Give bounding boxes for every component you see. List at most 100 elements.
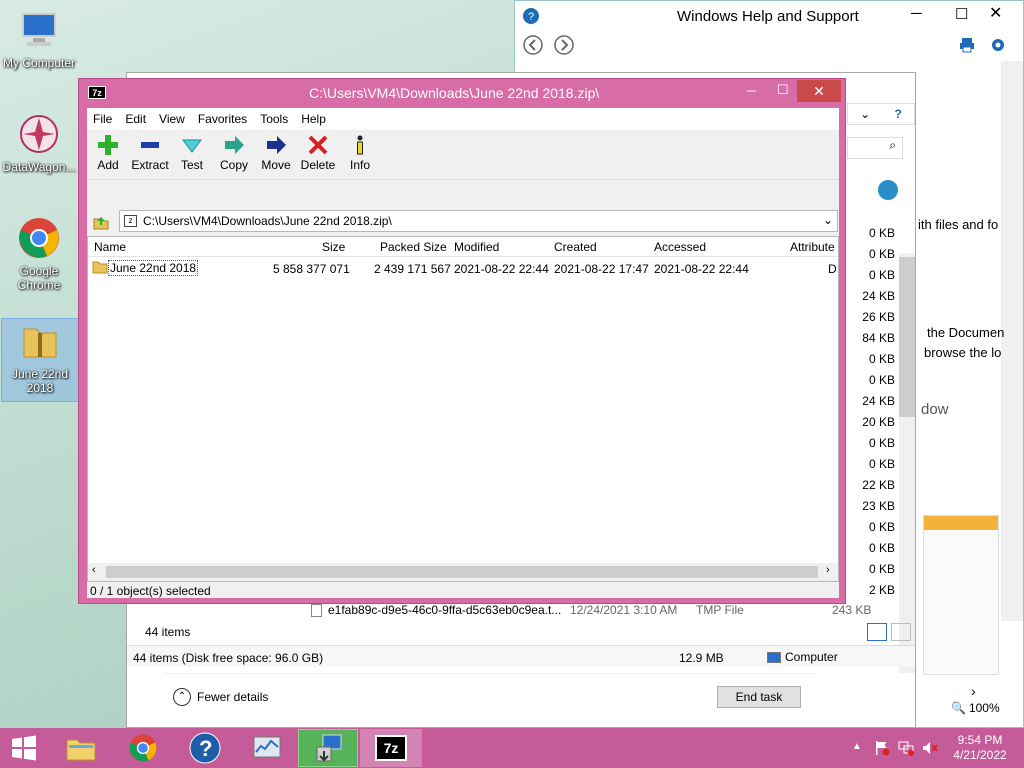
taskbar-help[interactable]: ?: [174, 729, 236, 767]
test-button[interactable]: Test: [171, 130, 213, 179]
list-header: Name Size Packed Size Modified Created A…: [88, 237, 838, 257]
size-cell: 2 KB: [868, 583, 895, 597]
taskbar-7zip[interactable]: 7z: [360, 729, 422, 767]
size-cell: 0 KB: [868, 562, 895, 576]
taskbar-installer[interactable]: [298, 729, 358, 767]
move-button[interactable]: Move: [255, 130, 297, 179]
help-scrollbar[interactable]: [1001, 61, 1023, 621]
chevron-up-icon: ⌃: [173, 688, 191, 706]
end-task-button[interactable]: End task: [717, 686, 801, 708]
taskbar-explorer[interactable]: [50, 729, 112, 767]
file-row[interactable]: e1fab89c-d9e5-46c0-9ffa-d5c63eb0c9ea.t..…: [311, 603, 891, 617]
copy-button[interactable]: Copy: [213, 130, 255, 179]
col-attributes[interactable]: Attribute: [790, 240, 835, 254]
delete-label: Delete: [300, 158, 336, 172]
col-created[interactable]: Created: [554, 240, 597, 254]
move-label: Move: [261, 158, 291, 172]
size-column: 0 KB 0 KB 0 KB 24 KB 26 KB 84 KB 0 KB 0 KB 24 KB…: [847, 223, 895, 601]
tray-expand-icon[interactable]: ▲: [852, 741, 862, 752]
minimize-button[interactable]: ─: [911, 5, 922, 22]
move-arrow-icon: [255, 134, 297, 156]
svg-text:?: ?: [199, 736, 212, 761]
size-cell: 0 KB: [868, 247, 895, 261]
up-folder-icon[interactable]: [93, 214, 109, 233]
address-bar[interactable]: z C:\Users\VM4\Downloads\June 22nd 2018.…: [119, 210, 838, 232]
table-row[interactable]: June 22nd 2018 5 858 377 071 2 439 171 5…: [88, 259, 838, 279]
chevron-left-icon[interactable]: ‹: [92, 564, 96, 576]
search-icon[interactable]: ⌕: [847, 137, 903, 159]
clock-time: 9:54 PM: [957, 733, 1003, 747]
globe-icon: [877, 179, 899, 204]
col-modified[interactable]: Modified: [454, 240, 499, 254]
action-center-flag-icon[interactable]: [874, 740, 890, 759]
menu-favorites[interactable]: Favorites: [198, 112, 247, 126]
help-text: the Documen: [927, 325, 1005, 340]
file-list[interactable]: Name Size Packed Size Modified Created A…: [87, 236, 839, 582]
zip-folder-icon: [18, 319, 62, 363]
nav-help[interactable]: ⌄ ?: [847, 103, 915, 125]
col-accessed[interactable]: Accessed: [654, 240, 706, 254]
size-cell: 0 KB: [868, 541, 895, 555]
archive-icon: z: [124, 215, 137, 227]
menu-tools[interactable]: Tools: [260, 112, 288, 126]
col-name[interactable]: Name: [94, 240, 126, 254]
taskbar-task-manager[interactable]: [236, 729, 298, 767]
close-button[interactable]: ✕: [989, 3, 1002, 23]
chevron-right-icon[interactable]: ›: [826, 564, 830, 576]
maximize-button[interactable]: ☐: [777, 82, 789, 98]
delete-button[interactable]: Delete: [297, 130, 339, 179]
start-button[interactable]: [0, 729, 48, 767]
back-button[interactable]: [523, 35, 543, 58]
explorer-scrollbar[interactable]: [899, 253, 915, 673]
menu-view[interactable]: View: [159, 112, 185, 126]
desktop-icon-datawagon[interactable]: DataWagon...: [0, 112, 78, 174]
info-icon: [339, 134, 381, 156]
forward-button[interactable]: [554, 35, 574, 58]
help-icon: ?: [523, 8, 539, 28]
fewer-details-button[interactable]: ⌃ Fewer details: [173, 688, 268, 706]
scrollbar-thumb[interactable]: [106, 566, 818, 578]
desktop-icon-my-computer[interactable]: My Computer: [0, 8, 78, 70]
size-cell: 0 KB: [868, 436, 895, 450]
chevron-right-icon[interactable]: ›: [971, 683, 976, 699]
clock[interactable]: 9:54 PM 4/21/2022: [952, 733, 1008, 763]
menu-file[interactable]: File: [93, 112, 112, 126]
status-computer: Computer: [767, 650, 838, 664]
menu-help[interactable]: Help: [301, 112, 326, 126]
view-toggle[interactable]: [867, 623, 911, 641]
info-label: Info: [349, 158, 370, 172]
menu-edit[interactable]: Edit: [125, 112, 146, 126]
close-button[interactable]: ✕: [797, 80, 841, 102]
size-cell: 0 KB: [868, 226, 895, 240]
file-icon: [311, 603, 322, 617]
desktop-icon-google-chrome[interactable]: Google Chrome: [0, 216, 78, 292]
tiles-view-icon[interactable]: [891, 623, 911, 641]
size-cell: 20 KB: [862, 415, 895, 429]
minimize-button[interactable]: ─: [747, 83, 756, 98]
sevenzip-icon: 7z: [88, 86, 106, 99]
col-packed-size[interactable]: Packed Size: [380, 240, 447, 254]
zoom-control[interactable]: 🔍 100%: [951, 701, 1000, 715]
network-icon[interactable]: [898, 740, 914, 759]
sevenzip-taskbar-icon: 7z: [375, 735, 407, 761]
horizontal-scrollbar[interactable]: ‹ ›: [88, 563, 838, 581]
info-button[interactable]: Info: [339, 130, 381, 179]
extract-button[interactable]: Extract: [129, 130, 171, 179]
taskbar-chrome[interactable]: [112, 729, 174, 767]
computer-icon: [767, 651, 781, 663]
maximize-button[interactable]: ☐: [955, 5, 968, 23]
size-cell: 0 KB: [868, 268, 895, 282]
size-cell: 0 KB: [868, 373, 895, 387]
col-size[interactable]: Size: [322, 240, 345, 254]
sevenzip-window[interactable]: 7z C:\Users\VM4\Downloads\June 22nd 2018…: [78, 78, 846, 604]
chevron-down-icon[interactable]: ⌄: [823, 213, 833, 227]
delete-x-icon: [297, 134, 339, 156]
gear-icon[interactable]: [989, 36, 1007, 57]
status-bar: 0 / 1 object(s) selected: [87, 582, 839, 600]
details-view-icon[interactable]: [867, 623, 887, 641]
desktop-icon-june-22nd-2018[interactable]: June 22nd 2018: [1, 318, 79, 402]
volume-muted-icon[interactable]: [922, 740, 938, 759]
row-size: 5 858 377 071: [273, 262, 350, 276]
print-icon[interactable]: [959, 37, 975, 56]
add-button[interactable]: Add: [87, 130, 129, 179]
